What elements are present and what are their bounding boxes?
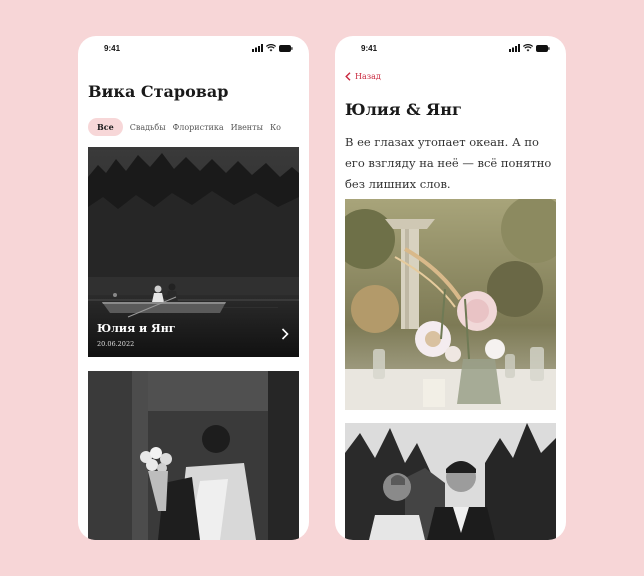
card-date: 20.06.2022 (97, 340, 135, 348)
list-screen: 9:41 Вика Старовар Все Свадьбы Флористик… (78, 36, 309, 540)
battery-icon (536, 44, 550, 52)
portfolio-card-second[interactable] (88, 371, 299, 540)
filter-tabs: Все Свадьбы Флористика Ивенты Ко (88, 118, 281, 136)
detail-description: В ее глазах утопает океан. А по его взгл… (345, 135, 552, 191)
status-bar: 9:41 (78, 36, 309, 62)
tab-weddings[interactable]: Свадьбы (130, 119, 166, 136)
wifi-icon (266, 44, 276, 52)
detail-screen: 9:41 Назад Юлия & Янг В ее глазах утопае… (335, 36, 566, 540)
tab-events[interactable]: Ивенты (231, 119, 263, 136)
couple-photo (345, 423, 556, 540)
status-bar: 9:41 (335, 36, 566, 62)
tab-floristry[interactable]: Флористика (173, 119, 224, 136)
flowers-photo (345, 199, 556, 410)
card-title: Юлия и Янг (97, 322, 176, 335)
back-button[interactable]: Назад (345, 72, 381, 81)
battery-icon (279, 44, 293, 52)
table-flowers-image (345, 199, 556, 410)
signal-icon (252, 44, 263, 52)
tab-all[interactable]: Все (88, 118, 123, 136)
portfolio-card[interactable]: Юлия и Янг 20.06.2022 (88, 147, 299, 357)
tab-more[interactable]: Ко (270, 119, 281, 136)
chevron-right-icon[interactable] (281, 328, 289, 340)
chevron-left-icon (345, 72, 351, 81)
couple-image (345, 423, 556, 540)
signal-icon (509, 44, 520, 52)
hug-photo (88, 371, 299, 540)
status-time: 9:41 (361, 44, 378, 53)
back-label: Назад (355, 72, 381, 81)
status-time: 9:41 (104, 44, 121, 53)
wifi-icon (523, 44, 533, 52)
detail-title: Юлия & Янг (345, 100, 462, 119)
page-title: Вика Старовар (88, 82, 229, 101)
